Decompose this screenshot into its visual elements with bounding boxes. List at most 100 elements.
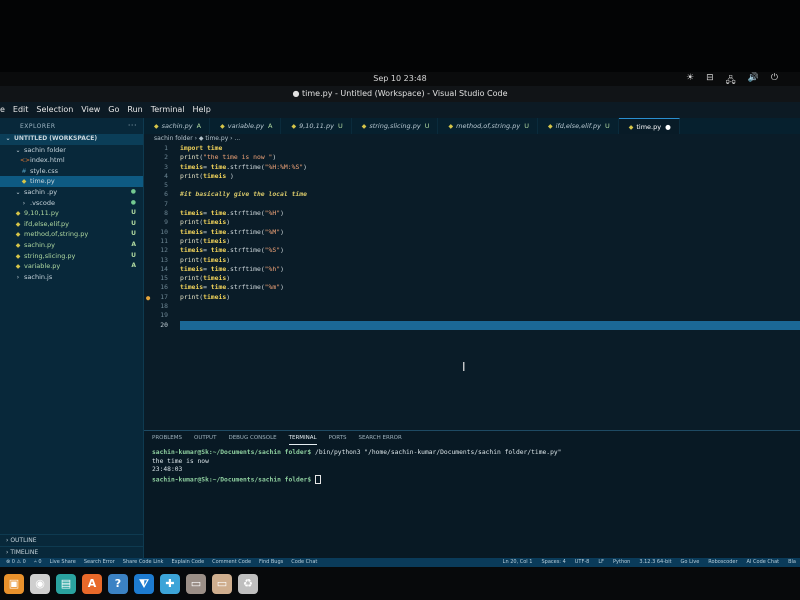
status-item[interactable]: 3.12.3 64-bit xyxy=(639,558,671,567)
code-line[interactable]: timeis= time.strftime("%S") xyxy=(180,246,800,255)
status-item[interactable]: Spaces: 4 xyxy=(541,558,565,567)
menu-item-terminal[interactable]: Terminal xyxy=(147,102,189,118)
code-line[interactable]: print(timeis ) xyxy=(180,172,800,181)
unsaved-dot-icon[interactable]: ● xyxy=(665,123,671,131)
code-line[interactable] xyxy=(180,200,800,209)
files-icon[interactable]: ▣ xyxy=(4,573,24,594)
code-line[interactable]: #it basically give the local time xyxy=(180,190,800,199)
tab-ifd-else-elif-py[interactable]: ◆ ifd,else,elif.py U xyxy=(538,118,619,134)
code-line[interactable] xyxy=(180,320,800,330)
status-item[interactable]: Code Chat xyxy=(291,558,317,567)
status-item[interactable]: AI Code Chat xyxy=(747,558,780,567)
status-item[interactable]: Search Error xyxy=(84,558,115,567)
line-number: 6 xyxy=(164,190,168,199)
status-item[interactable]: Roboscoder xyxy=(708,558,737,567)
menu-bar: e Edit Selection View Go Run Terminal Help xyxy=(0,102,800,118)
tree-item[interactable]: ◆ 9,10,11.py U xyxy=(0,208,143,219)
status-item[interactable]: UTF-8 xyxy=(575,558,590,567)
python-file-icon: ◆ xyxy=(628,124,634,131)
vscode-icon[interactable]: ⧨ xyxy=(134,573,154,594)
status-item[interactable]: LF xyxy=(598,558,604,567)
disk-icon[interactable]: ◉ xyxy=(30,573,50,594)
recycle-icon[interactable]: ♻ xyxy=(238,573,258,594)
code-line[interactable]: print(timeis) xyxy=(180,274,800,283)
code-line[interactable]: print(timeis) xyxy=(180,293,800,302)
panel-tab-search-error[interactable]: SEARCH ERROR xyxy=(359,431,402,445)
panel-tab-output[interactable]: OUTPUT xyxy=(194,431,216,445)
code-line[interactable]: timeis= time.strftime("%h") xyxy=(180,265,800,274)
code-line[interactable] xyxy=(180,302,800,311)
tree-item[interactable]: › sachin.js xyxy=(0,272,143,283)
menu-item-edit[interactable]: Edit xyxy=(9,102,33,118)
tree-item[interactable]: ◆ variable.py A xyxy=(0,261,143,272)
app-icon-1[interactable]: ▭ xyxy=(186,573,206,594)
workspace-root[interactable]: ⌄ UNTITLED (WORKSPACE) xyxy=(0,134,143,145)
code-line[interactable]: import time xyxy=(180,144,800,153)
timeline-section[interactable]: › TIMELINE xyxy=(0,546,143,558)
code-line[interactable] xyxy=(180,311,800,320)
app-icon-2[interactable]: ▭ xyxy=(212,573,232,594)
tree-item[interactable]: ◆ time.py xyxy=(0,176,143,187)
software-icon[interactable]: A xyxy=(82,573,102,594)
panel-tab-problems[interactable]: PROBLEMS xyxy=(152,431,182,445)
code-editor[interactable]: 1 2 3 4 5 6 7 8 9 10 11 12 13 14 15 16 17 ● 18 19 20 import … xyxy=(144,144,800,430)
code-line[interactable]: timeis= time.strftime("%H:%M:%S") xyxy=(180,163,800,172)
code-line[interactable]: print(timeis) xyxy=(180,237,800,246)
code-line[interactable]: timeis= time.strftime("%m") xyxy=(180,283,800,292)
tab-string-slicing-py[interactable]: ◆ string,slicing.py U xyxy=(352,118,439,134)
code-line[interactable] xyxy=(180,181,800,190)
line-number-gutter: 1 2 3 4 5 6 7 8 9 10 11 12 13 14 15 16 17 ● 18 19 20 xyxy=(144,144,172,330)
menu-item-go[interactable]: Go xyxy=(104,102,123,118)
tab-time-py[interactable]: ◆ time.py ● xyxy=(618,118,680,134)
menu-item-view[interactable]: View xyxy=(77,102,104,118)
code-lines[interactable]: import time print("the time is now ") time… xyxy=(180,144,800,330)
tab-variable-py[interactable]: ◆ variable.py A xyxy=(210,118,282,134)
tree-item[interactable]: ⌄ sachin .py ● xyxy=(0,187,143,198)
panel-tab-debug-console[interactable]: DEBUG CONSOLE xyxy=(228,431,276,445)
menu-item-e[interactable]: e xyxy=(0,102,9,118)
menu-item-run[interactable]: Run xyxy=(123,102,146,118)
status-item[interactable]: Share Code Link xyxy=(123,558,164,567)
status-item[interactable]: Find Bugs xyxy=(259,558,283,567)
tree-item[interactable]: ◆ sachin.py A xyxy=(0,240,143,251)
code-line[interactable]: print(timeis) xyxy=(180,256,800,265)
tree-item[interactable]: ◆ method,of,string.py U xyxy=(0,229,143,240)
panel-tab-terminal[interactable]: TERMINAL xyxy=(288,431,317,445)
status-item[interactable]: ⑃ 0 xyxy=(34,558,42,567)
tab-9-10-11-py[interactable]: ◆ 9,10,11.py U xyxy=(281,118,352,134)
tree-item[interactable]: ◆ ifd,else,elif.py U xyxy=(0,219,143,230)
more-actions-icon[interactable]: ··· xyxy=(128,121,137,130)
tree-item[interactable]: <>index.html xyxy=(0,155,143,166)
tree-item[interactable]: # style.css xyxy=(0,166,143,177)
file-tree: ⌄ UNTITLED (WORKSPACE) ⌄ sachin folder <>in… xyxy=(0,134,143,282)
status-item[interactable]: Live Share xyxy=(50,558,76,567)
code-line[interactable]: print(timeis) xyxy=(180,218,800,227)
status-item[interactable]: Go Live xyxy=(681,558,700,567)
breadcrumb[interactable]: sachin folder › ◆ time.py › ... xyxy=(144,134,800,144)
notes-icon[interactable]: ▤ xyxy=(56,573,76,594)
status-item[interactable]: Explain Code xyxy=(171,558,204,567)
menu-item-help[interactable]: Help xyxy=(189,102,215,118)
status-item[interactable]: Comment Code xyxy=(212,558,251,567)
tree-item[interactable]: ⌄ sachin folder xyxy=(0,145,143,156)
status-item[interactable]: Bla xyxy=(788,558,796,567)
status-item[interactable]: ⊗ 0 ⚠ 0 xyxy=(6,558,26,567)
system-clock[interactable]: Sep 10 23:48 xyxy=(0,74,800,83)
code-line[interactable]: timeis= time.strftime("%H") xyxy=(180,209,800,218)
terminal-cursor xyxy=(315,475,322,485)
editor-tabs: ◆ sachin.py A ◆ variable.py A ◆ 9,10,11.py U ◆ str… xyxy=(144,118,800,134)
tab-sachin-py[interactable]: ◆ sachin.py A xyxy=(144,118,211,134)
tree-item[interactable]: › .vscode ● xyxy=(0,198,143,209)
extensions-icon[interactable]: ✚ xyxy=(160,573,180,594)
panel-tab-ports[interactable]: PORTS xyxy=(329,431,347,445)
status-item[interactable]: Python xyxy=(613,558,630,567)
terminal[interactable]: sachin-kumar@Sk:~/Documents/sachin folde… xyxy=(144,445,800,485)
code-line[interactable]: print("the time is now ") xyxy=(180,153,800,162)
tree-item[interactable]: ◆ string,slicing.py U xyxy=(0,251,143,262)
code-line[interactable]: timeis= time.strftime("%M") xyxy=(180,228,800,237)
tab-method-of-string-py[interactable]: ◆ method,of,string.py U xyxy=(438,118,538,134)
help-icon[interactable]: ? xyxy=(108,573,128,594)
outline-section[interactable]: › OUTLINE xyxy=(0,534,143,546)
status-item[interactable]: Ln 20, Col 1 xyxy=(503,558,533,567)
menu-item-selection[interactable]: Selection xyxy=(32,102,77,118)
